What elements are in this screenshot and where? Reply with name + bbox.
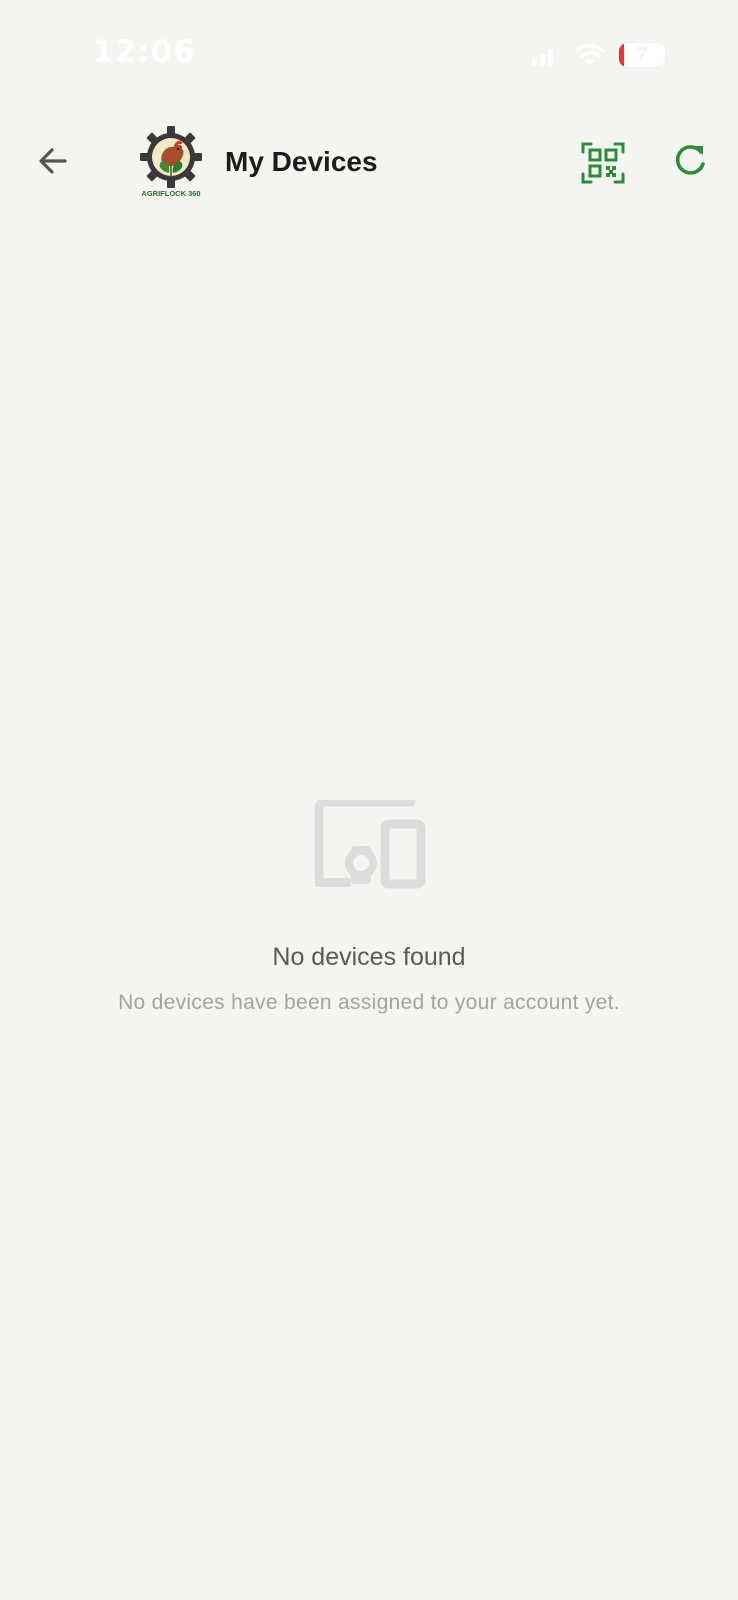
refresh-icon xyxy=(670,145,710,184)
my-devices-screen: 12:06 7 AGRIFLOCK 360 My Devices No devi… xyxy=(0,0,738,1600)
empty-state-title: No devices found xyxy=(272,943,466,971)
app-header: AGRIFLOCK 360 My Devices xyxy=(0,118,738,208)
logo-text: AGRIFLOCK 360 xyxy=(141,189,200,198)
back-button[interactable] xyxy=(30,140,76,186)
qr-scan-button[interactable] xyxy=(580,140,626,186)
empty-state: No devices found No devices have been as… xyxy=(0,800,738,1018)
status-bar: 12:06 7 xyxy=(0,0,738,110)
status-time: 12:06 xyxy=(92,34,196,70)
back-arrow-icon xyxy=(35,143,71,183)
status-icons: 7 xyxy=(532,40,666,70)
page-title: My Devices xyxy=(225,146,378,177)
agriflock-logo: AGRIFLOCK 360 xyxy=(140,126,204,200)
devices-icon xyxy=(0,800,738,890)
empty-state-subtitle: No devices have been assigned to your ac… xyxy=(118,991,620,1014)
wifi-icon xyxy=(574,43,606,67)
battery-icon: 7 xyxy=(618,42,666,68)
signal-icon xyxy=(532,44,562,66)
refresh-button[interactable] xyxy=(670,140,716,186)
battery-level-text: 7 xyxy=(635,44,649,65)
qr-code-scan-icon xyxy=(580,142,626,190)
